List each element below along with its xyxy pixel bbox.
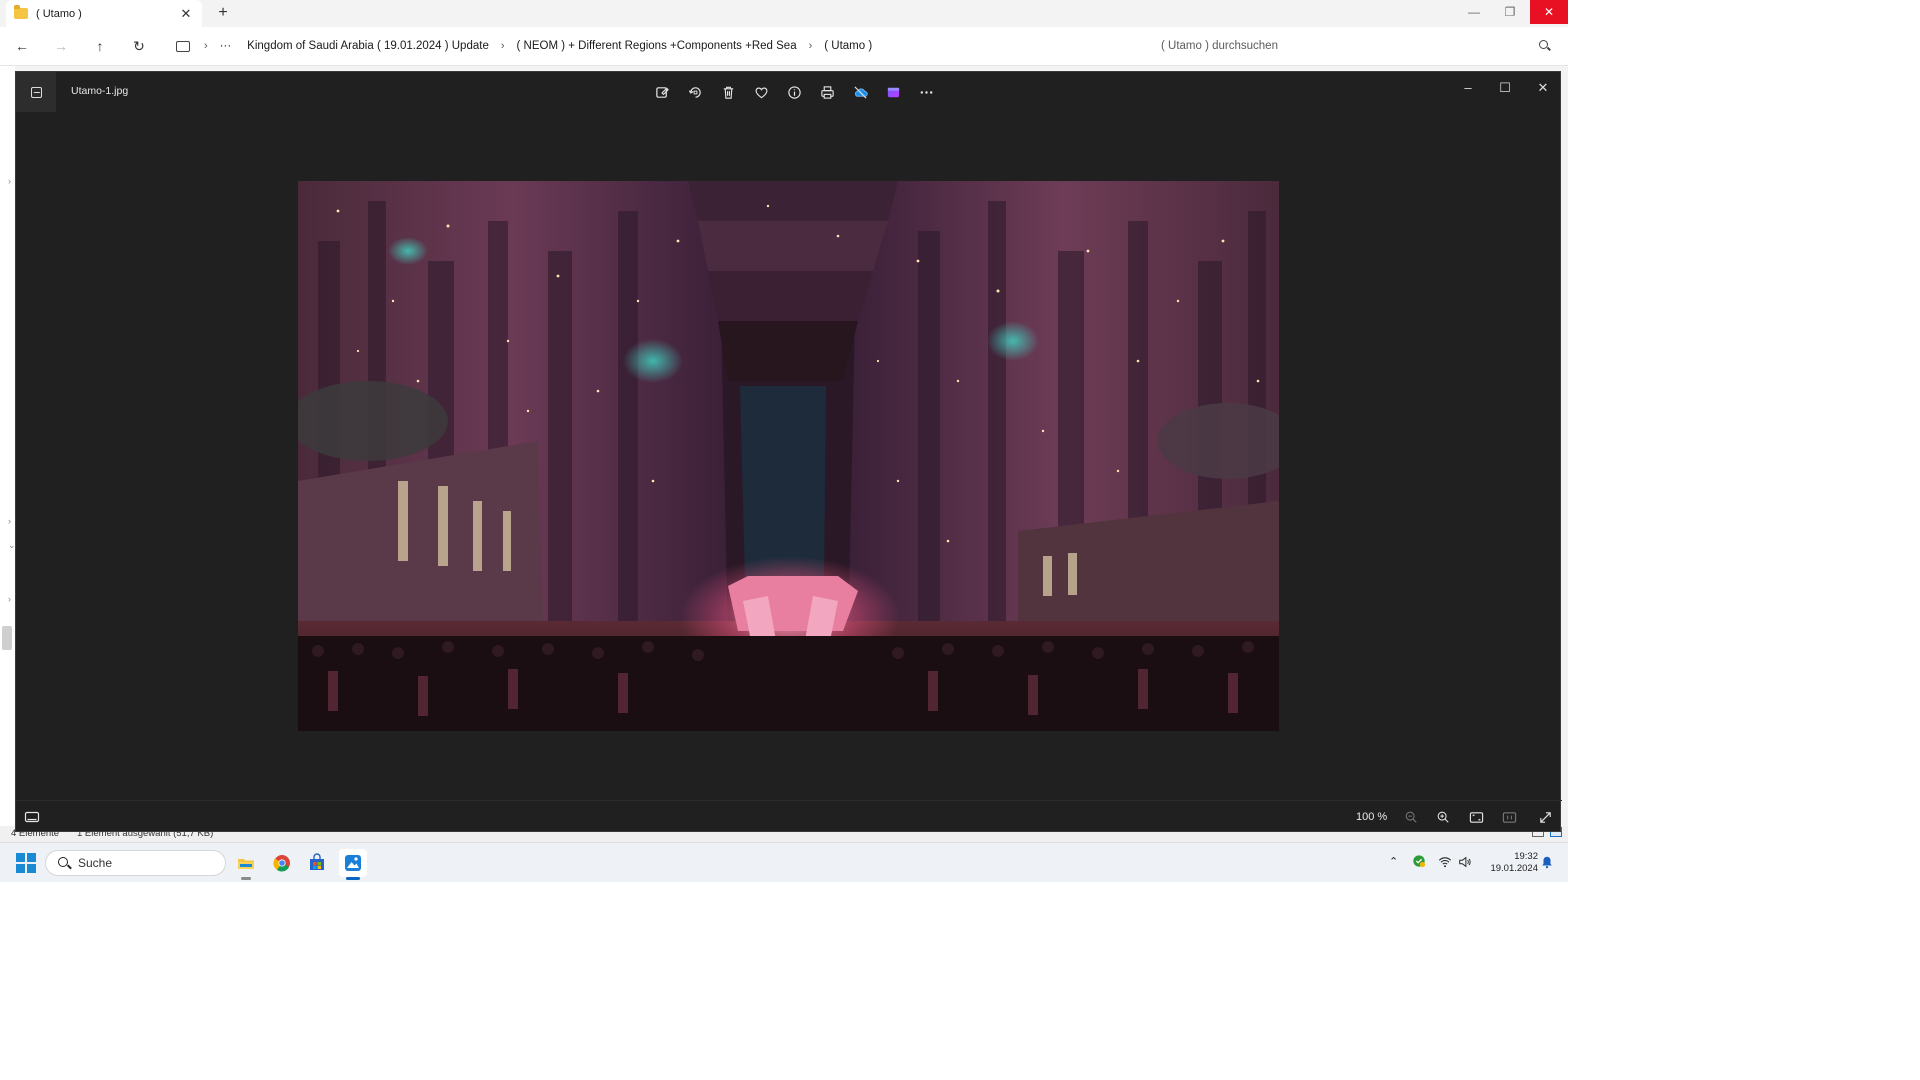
explorer-titlebar: ( Utamo ) ✕ + — ❐ ✕: [0, 0, 1568, 27]
breadcrumb-overflow-button[interactable]: ···: [212, 40, 240, 52]
viewer-bottom-bar: 100 %: [16, 800, 1562, 833]
zoom-out-icon[interactable]: [1402, 808, 1420, 826]
security-shield-icon[interactable]: [1412, 854, 1426, 871]
desktop: ( Utamo ) ✕ + — ❐ ✕ ← → ↑ ↻ › ··· Kingdo…: [0, 0, 1568, 882]
address-bar[interactable]: › ··· Kingdom of Saudi Arabia ( 19.01.20…: [166, 32, 1144, 60]
this-pc-icon[interactable]: [176, 40, 190, 52]
explorer-navigation-pane: › › ⌄ ›: [0, 66, 16, 832]
tab-close-icon[interactable]: ✕: [178, 6, 194, 22]
clock-time: 19:32: [1514, 851, 1538, 862]
full-screen-icon[interactable]: [1536, 808, 1554, 826]
viewer-titlebar: Utamo-1.jpg – ☐ ✕: [16, 72, 1562, 112]
notification-bell-icon[interactable]: [1540, 855, 1554, 872]
displayed-photo: [298, 181, 1279, 731]
explorer-navbar: ← → ↑ ↻ › ··· Kingdom of Saudi Arabia ( …: [0, 27, 1568, 65]
system-clock[interactable]: 19:32 19.01.2024: [1480, 851, 1538, 875]
folder-icon: [14, 5, 28, 19]
breadcrumb-chevron-icon[interactable]: ›: [497, 40, 509, 52]
explorer-tab[interactable]: ( Utamo ) ✕: [6, 0, 202, 27]
chrome-icon[interactable]: [268, 849, 296, 877]
nav-selection-indicator: [2, 626, 12, 650]
navbar-divider: [0, 65, 1568, 66]
file-explorer-icon[interactable]: [232, 849, 260, 880]
explorer-restore-button[interactable]: ❐: [1492, 0, 1528, 24]
search-placeholder: ( Utamo ) durchsuchen: [1161, 40, 1278, 52]
explorer-minimize-button[interactable]: —: [1456, 0, 1492, 24]
edit-icon[interactable]: [646, 80, 679, 104]
store-icon[interactable]: [303, 849, 331, 877]
expand-chevron-icon[interactable]: ›: [8, 516, 11, 526]
breadcrumb-chevron-icon[interactable]: ›: [805, 40, 817, 52]
info-icon[interactable]: [778, 80, 811, 104]
forward-button[interactable]: →: [51, 36, 71, 56]
expand-chevron-icon[interactable]: ›: [8, 176, 11, 186]
actual-size-icon[interactable]: [1500, 808, 1518, 826]
taskbar-search-label: Suche: [78, 856, 113, 870]
viewer-maximize-button[interactable]: ☐: [1487, 76, 1523, 100]
viewer-close-button[interactable]: ✕: [1525, 76, 1561, 100]
taskbar: Suche ⌃ 19:32 19.01.2024: [0, 842, 1568, 882]
search-icon: [58, 857, 68, 867]
favorite-icon[interactable]: [745, 80, 778, 104]
viewer-file-name: Utamo-1.jpg: [71, 85, 129, 97]
viewer-minimize-button[interactable]: –: [1450, 76, 1486, 100]
photos-app-icon[interactable]: [16, 72, 56, 112]
show-hidden-icons-chevron-icon[interactable]: ⌃: [1389, 855, 1398, 868]
refresh-button[interactable]: ↻: [129, 36, 149, 56]
clock-date: 19.01.2024: [1490, 863, 1538, 874]
viewer-toolbar: [646, 80, 943, 104]
photos-viewer-window: Utamo-1.jpg – ☐ ✕ 100 %: [15, 71, 1562, 833]
delete-icon[interactable]: [712, 80, 745, 104]
filmstrip-toggle-icon[interactable]: [24, 809, 40, 825]
image-canvas[interactable]: [16, 112, 1562, 800]
tab-title: ( Utamo ): [36, 7, 82, 20]
rotate-icon[interactable]: [679, 80, 712, 104]
expand-chevron-icon[interactable]: ›: [8, 594, 11, 604]
search-icon: [1539, 40, 1548, 49]
clipchamp-icon[interactable]: [877, 80, 910, 104]
breadcrumb-item-saudi-arabia[interactable]: Kingdom of Saudi Arabia ( 19.01.2024 ) U…: [239, 40, 497, 52]
print-icon[interactable]: [811, 80, 844, 104]
explorer-search-input[interactable]: ( Utamo ) durchsuchen: [1152, 32, 1562, 60]
running-indicator: [346, 877, 360, 880]
zoom-level[interactable]: 100 %: [1356, 811, 1387, 823]
volume-icon[interactable]: [1458, 855, 1472, 872]
onedrive-icon[interactable]: [844, 80, 877, 104]
running-indicator: [241, 877, 251, 880]
new-tab-button[interactable]: +: [214, 4, 232, 22]
up-button[interactable]: ↑: [90, 36, 110, 56]
breadcrumb-item-neom[interactable]: ( NEOM ) + Different Regions +Components…: [509, 40, 805, 52]
fit-to-window-icon[interactable]: [1467, 808, 1485, 826]
start-button-icon[interactable]: [16, 853, 36, 873]
photos-icon[interactable]: [339, 849, 367, 880]
back-button[interactable]: ←: [12, 36, 32, 56]
explorer-close-button[interactable]: ✕: [1530, 0, 1568, 24]
breadcrumb-chevron-icon[interactable]: ›: [200, 40, 212, 52]
wifi-icon[interactable]: [1438, 855, 1452, 872]
more-icon[interactable]: [910, 80, 943, 104]
taskbar-search-box[interactable]: Suche: [45, 850, 226, 876]
breadcrumb-item-utamo[interactable]: ( Utamo ): [816, 40, 880, 52]
zoom-in-icon[interactable]: [1434, 808, 1452, 826]
